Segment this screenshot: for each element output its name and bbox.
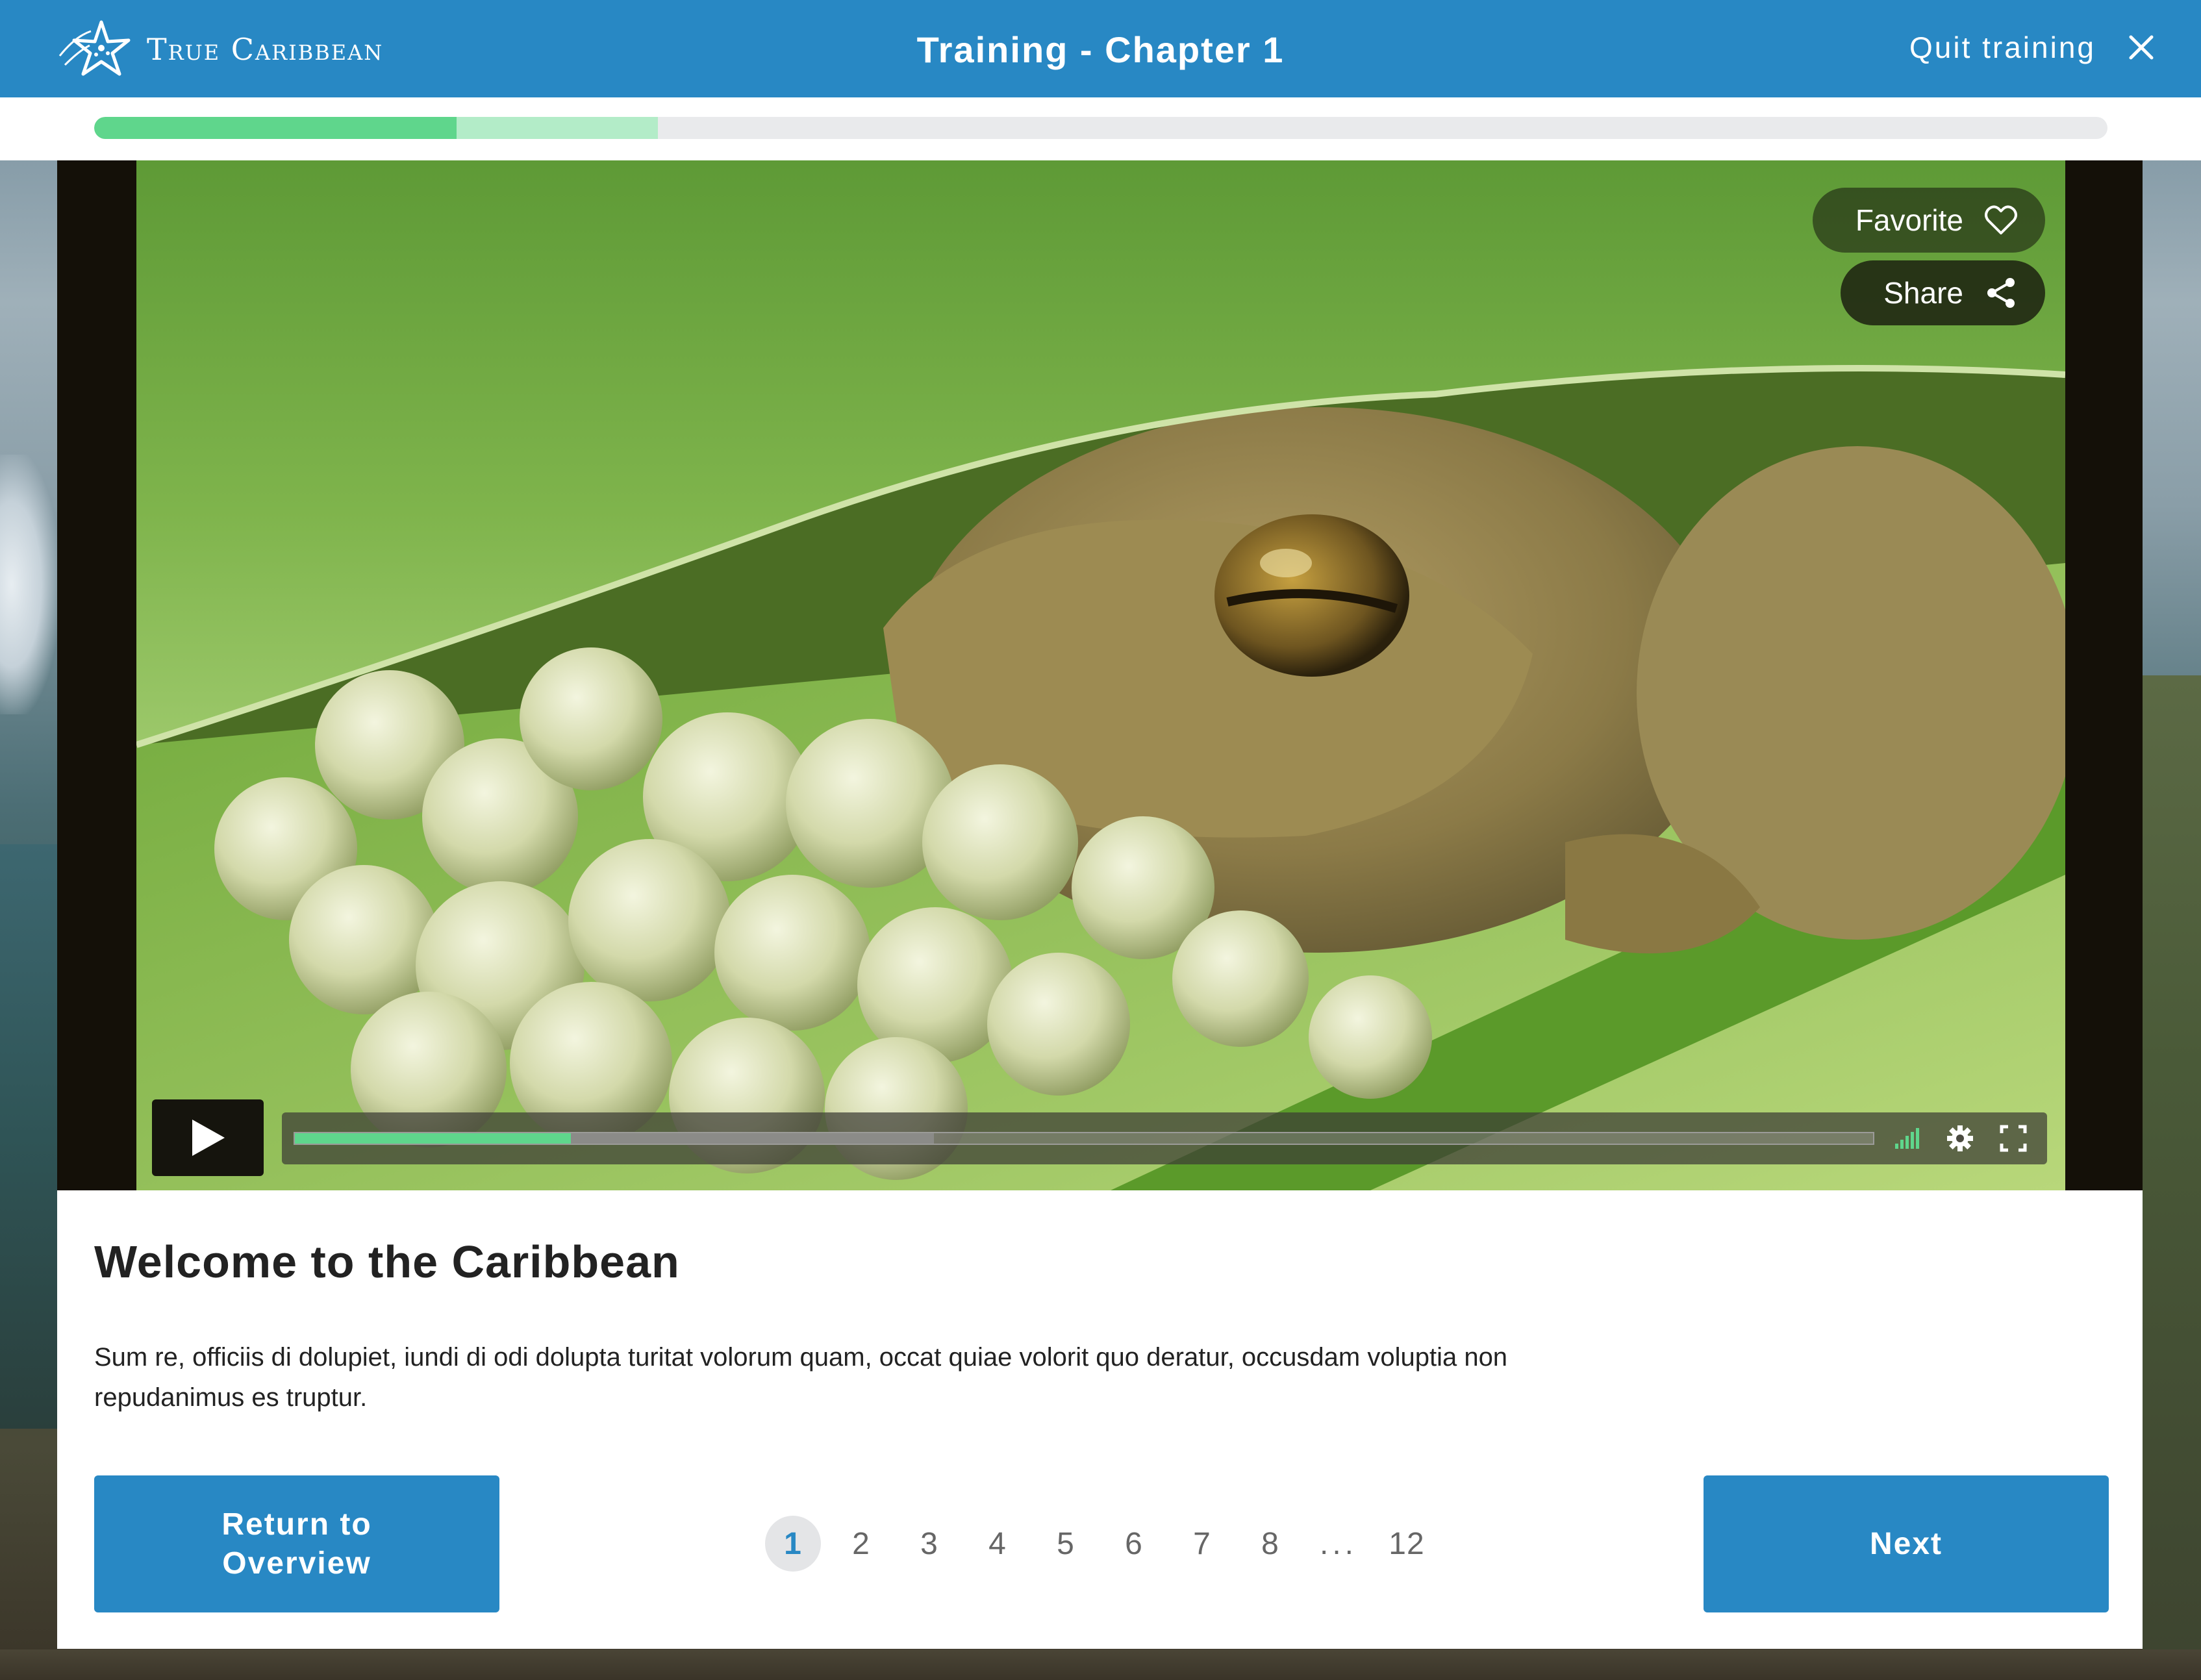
- page-title: Training - Chapter 1: [916, 29, 1285, 70]
- top-bar: True Caribbean Training - Chapter 1 Quit…: [0, 0, 2201, 97]
- frog-eggs-scene: [136, 160, 2065, 1190]
- quit-training-button[interactable]: Quit training: [1909, 30, 2156, 65]
- page-12[interactable]: 12: [1379, 1516, 1435, 1572]
- page-7[interactable]: 7: [1174, 1516, 1230, 1572]
- video-scrubber[interactable]: [294, 1132, 1874, 1145]
- video-control-icons: [1893, 1124, 2028, 1153]
- page-8[interactable]: 8: [1242, 1516, 1298, 1572]
- pagination: 1 2 3 4 5 6 7 8 ... 12: [765, 1514, 1447, 1573]
- page-2[interactable]: 2: [833, 1516, 889, 1572]
- chapter-progress-bar: [94, 117, 2107, 139]
- page-4[interactable]: 4: [970, 1516, 1025, 1572]
- page-ellipsis: ...: [1319, 1526, 1357, 1561]
- video-played-bar: [295, 1133, 572, 1144]
- play-button[interactable]: [152, 1099, 264, 1176]
- background-sea: [0, 844, 58, 1429]
- close-icon[interactable]: [2127, 33, 2156, 62]
- page-3[interactable]: 3: [901, 1516, 957, 1572]
- favorite-label: Favorite: [1855, 203, 1963, 237]
- quit-training-label: Quit training: [1909, 31, 2096, 64]
- background-clouds: [0, 455, 58, 714]
- progress-completed-segment: [94, 117, 457, 139]
- fullscreen-icon[interactable]: [1999, 1124, 2028, 1153]
- video-player[interactable]: Favorite Share: [57, 160, 2143, 1190]
- lesson-heading: Welcome to the Caribbean: [94, 1236, 680, 1287]
- video-control-bar: [282, 1112, 2047, 1164]
- video-frame-frog-with-eggs[interactable]: [136, 160, 2065, 1190]
- share-button[interactable]: Share: [1841, 260, 2045, 325]
- play-icon: [192, 1120, 225, 1156]
- lesson-body-text: Sum re, officiis di dolupiet, iundi di o…: [94, 1343, 1508, 1412]
- page-5[interactable]: 5: [1038, 1516, 1094, 1572]
- page-1[interactable]: 1: [765, 1516, 821, 1572]
- return-to-overview-button[interactable]: Return to Overview: [94, 1475, 499, 1612]
- return-to-overview-label: Return to Overview: [221, 1507, 372, 1581]
- lesson-card: Favorite Share Welcome to the Caribbean …: [57, 160, 2143, 1649]
- heart-icon: [1985, 205, 2017, 234]
- signal-icon[interactable]: [1893, 1124, 1921, 1153]
- page-6[interactable]: 6: [1106, 1516, 1162, 1572]
- favorite-button[interactable]: Favorite: [1812, 188, 2045, 253]
- background-hill: [2143, 675, 2201, 1649]
- share-label: Share: [1883, 276, 1963, 310]
- background-ground: [0, 1649, 2201, 1680]
- chapter-progress-strip: [0, 97, 2201, 160]
- share-icon: [1987, 278, 2015, 308]
- next-button[interactable]: Next: [1704, 1475, 2109, 1612]
- settings-icon[interactable]: [1946, 1124, 1974, 1153]
- next-label: Next: [1869, 1526, 1943, 1561]
